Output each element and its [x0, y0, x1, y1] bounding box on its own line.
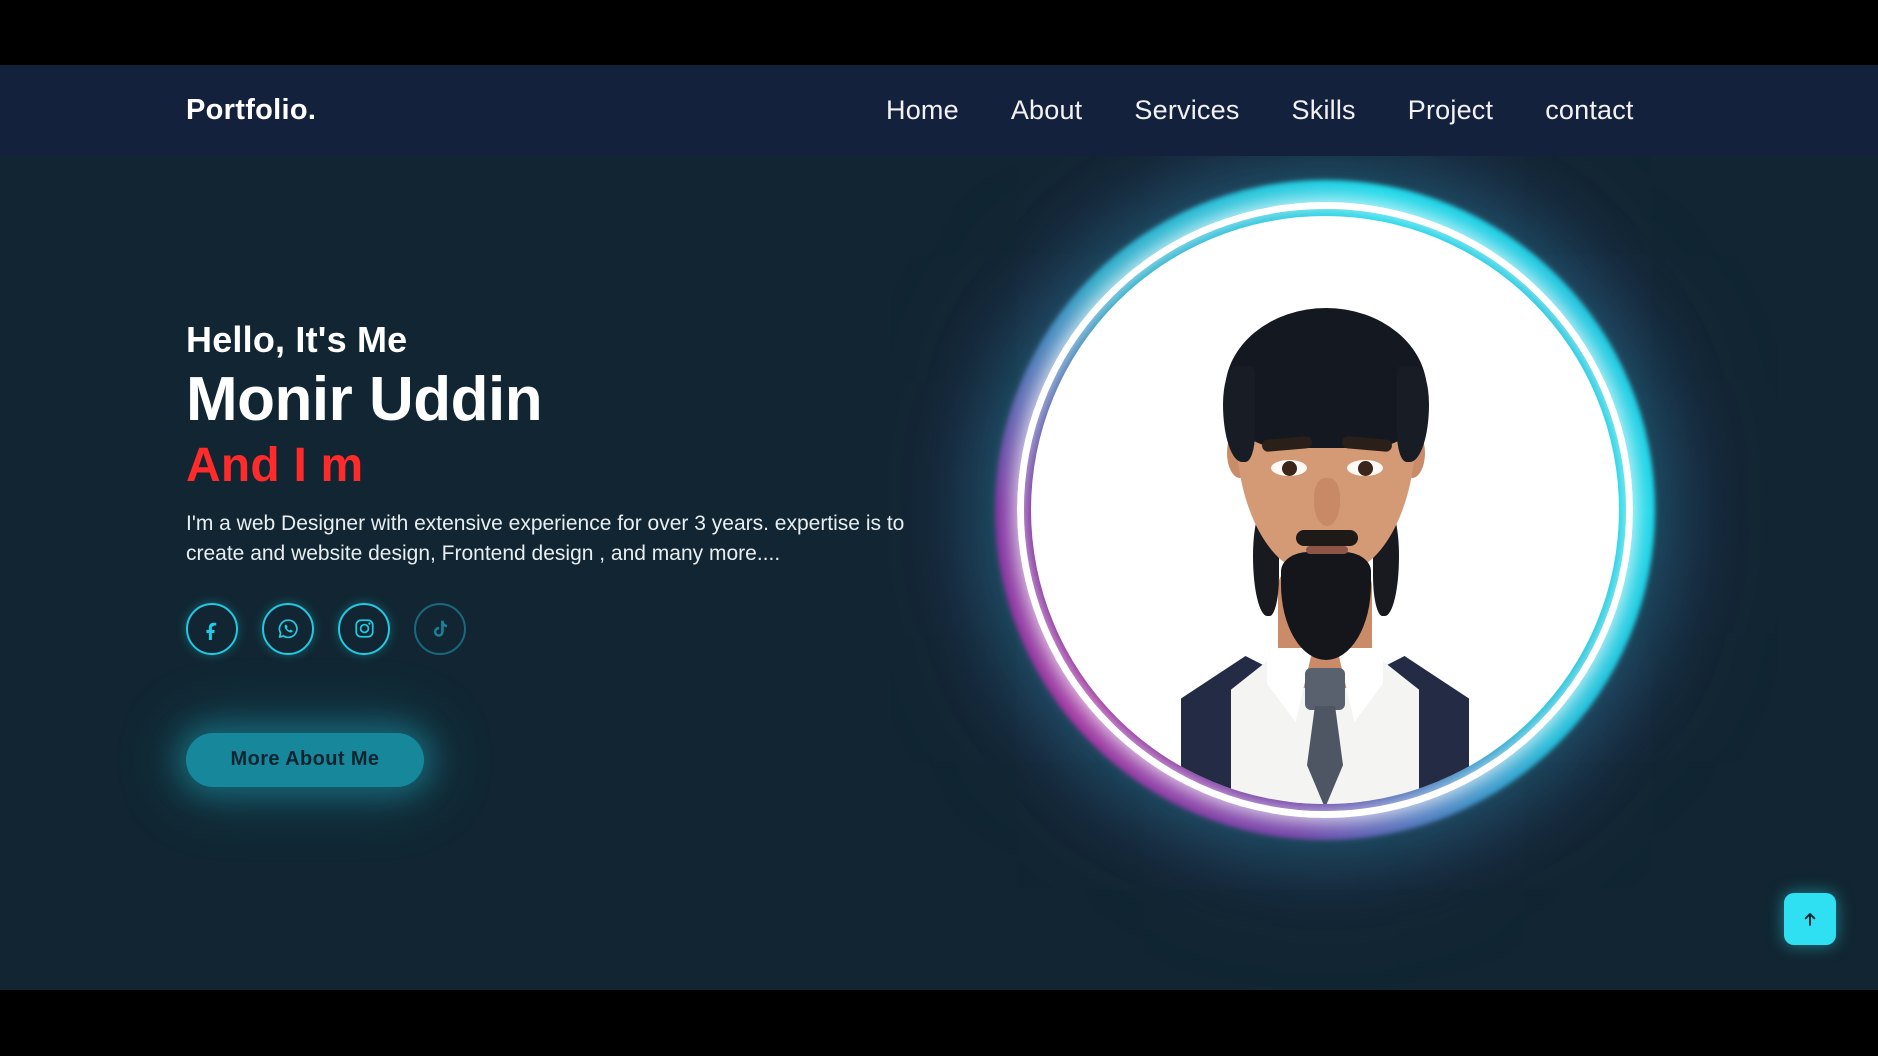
site-header: Portfolio. Home About Services Skills Pr…	[0, 65, 1878, 156]
nav-item-project[interactable]: Project	[1382, 89, 1519, 132]
nav-item-contact[interactable]: contact	[1519, 89, 1659, 132]
social-links	[186, 602, 946, 655]
screen: Portfolio. Home About Services Skills Pr…	[0, 0, 1878, 1056]
hero-greeting: Hello, It's Me	[186, 319, 408, 360]
portrait-photo	[1031, 216, 1619, 804]
nav-item-home[interactable]: Home	[860, 89, 985, 132]
whatsapp-icon[interactable]	[262, 602, 314, 655]
arrow-up-icon	[1800, 909, 1820, 929]
hero-bio: I'm a web Designer with extensive experi…	[186, 511, 905, 565]
more-about-me-button[interactable]: More About Me	[186, 732, 424, 787]
instagram-icon[interactable]	[338, 602, 390, 655]
nav-item-services[interactable]: Services	[1108, 89, 1265, 132]
facebook-icon[interactable]	[186, 602, 238, 655]
portrait-frame	[995, 180, 1655, 840]
letterbox-top-bar	[0, 0, 1878, 65]
hero-text-block: Hello, It's Me Monir Uddin And I m I'm a…	[186, 320, 946, 787]
hero-name: Monir Uddin	[186, 364, 543, 434]
scroll-to-top-button[interactable]	[1784, 893, 1836, 945]
letterbox-bottom-bar	[0, 990, 1878, 1056]
hero-role-line: And I m	[186, 438, 364, 492]
page-content: Portfolio. Home About Services Skills Pr…	[0, 65, 1878, 990]
main-navigation: Home About Services Skills Project conta…	[860, 89, 1660, 132]
nav-item-about[interactable]: About	[985, 89, 1109, 132]
tiktok-icon[interactable]	[414, 602, 466, 655]
nav-item-skills[interactable]: Skills	[1266, 89, 1382, 132]
site-logo[interactable]: Portfolio.	[186, 94, 316, 127]
